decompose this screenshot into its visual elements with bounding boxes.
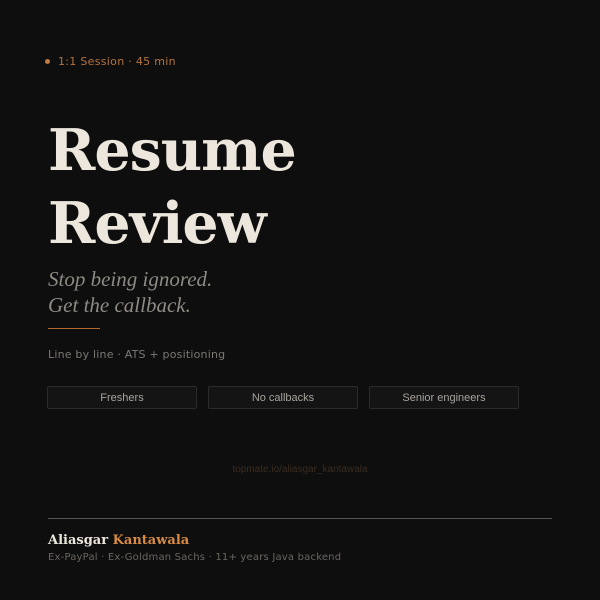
booking-link[interactable]: topmate.io/aliasgar_kantawala bbox=[0, 464, 600, 475]
author-name: Aliasgar Kantawala bbox=[48, 533, 189, 548]
author-credentials: Ex-PayPal · Ex-Goldman Sachs · 11+ years… bbox=[48, 552, 342, 563]
accent-divider bbox=[48, 328, 100, 329]
tag-freshers: Freshers bbox=[47, 386, 197, 409]
page-title: Resume Review bbox=[48, 114, 297, 260]
tagline-line-2: Get the callback. bbox=[48, 293, 191, 317]
author-first-name: Aliasgar bbox=[48, 533, 109, 548]
bullet-dot-icon bbox=[45, 59, 50, 64]
tagline: Stop being ignored. Get the callback. bbox=[48, 266, 212, 318]
author-last-name: Kantawala bbox=[112, 533, 190, 548]
audience-tags: Freshers No callbacks Senior engineers bbox=[47, 386, 519, 409]
session-label: 1:1 Session · 45 min bbox=[58, 55, 176, 68]
tag-senior-engineers: Senior engineers bbox=[369, 386, 519, 409]
promo-card: 1:1 Session · 45 min Resume Review Stop … bbox=[0, 0, 600, 600]
tagline-line-1: Stop being ignored. bbox=[48, 267, 213, 291]
footer-divider bbox=[48, 518, 552, 519]
service-description: Line by line · ATS + positioning bbox=[48, 348, 226, 361]
session-badge: 1:1 Session · 45 min bbox=[45, 55, 176, 68]
tag-no-callbacks: No callbacks bbox=[208, 386, 358, 409]
title-line-1: Resume bbox=[48, 117, 297, 184]
title-line-2: Review bbox=[48, 190, 267, 257]
